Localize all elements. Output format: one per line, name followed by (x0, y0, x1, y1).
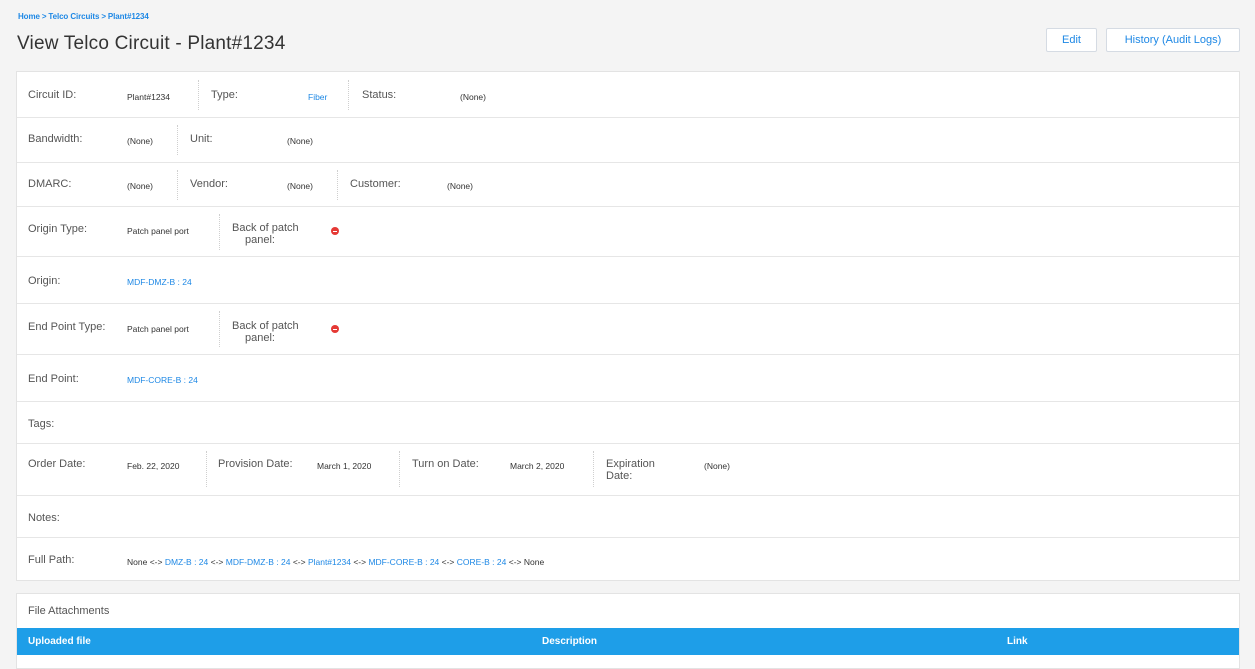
path-none: None (127, 557, 148, 567)
history-audit-logs-button[interactable]: History (Audit Logs) (1106, 28, 1240, 52)
column-link: Link (1007, 636, 1028, 647)
status-label: Status: (362, 89, 397, 101)
column-uploaded-file: Uploaded file (28, 636, 91, 647)
page-title: View Telco Circuit - Plant#1234 (17, 33, 286, 54)
path-separator: <-> (439, 557, 457, 567)
end-point-label: End Point: (28, 373, 79, 385)
path-link-dmz-b[interactable]: DMZ-B : 24 (165, 557, 208, 567)
divider (593, 451, 594, 487)
tags-label: Tags: (28, 418, 55, 430)
divider (348, 80, 349, 110)
type-value: Fiber (308, 92, 328, 102)
page: Home > Telco Circuits > Plant#1234 View Telc… (0, 0, 1255, 669)
row-dmarc-vendor-customer: DMARC: (None) Vendor: (None) Customer: (… (17, 163, 1239, 207)
file-attachments-table-header: Uploaded file Description Link (17, 628, 1239, 655)
origin-back-of-patch-panel-label-line2: panel: (245, 234, 275, 246)
stop-icon (331, 325, 339, 333)
dmarc-value: (None) (127, 181, 153, 191)
divider (177, 170, 178, 200)
row-circuit-type-status: Circuit ID: Plant#1234 Type: Fiber Statu… (17, 72, 1239, 118)
bandwidth-value: (None) (127, 136, 153, 146)
notes-label: Notes: (28, 512, 60, 524)
column-description: Description (542, 636, 598, 647)
circuit-id-label: Circuit ID: (28, 89, 77, 101)
turn-on-date-value: March 2, 2020 (510, 461, 565, 471)
row-dates: Order Date: Feb. 22, 2020 Provision Date… (17, 444, 1239, 496)
path-separator: <-> (208, 557, 226, 567)
stop-icon (331, 227, 339, 235)
order-date-label: Order Date: (28, 458, 86, 470)
file-attachments-panel: File Attachments Uploaded file Descripti… (16, 593, 1240, 669)
divider (219, 214, 220, 250)
unit-label: Unit: (190, 133, 213, 145)
breadcrumb-current: Plant#1234 (107, 12, 149, 21)
divider (219, 311, 220, 347)
type-label: Type: (211, 89, 238, 101)
file-attachments-title: File Attachments (28, 605, 110, 617)
path-link-mdf-core-b[interactable]: MDF-CORE-B : 24 (368, 557, 439, 567)
divider (399, 451, 400, 487)
row-notes: Notes: (17, 496, 1239, 538)
edit-button[interactable]: Edit (1046, 28, 1097, 52)
row-end-point-type: End Point Type: Patch panel port Back of… (17, 304, 1239, 355)
expiration-date-value: (None) (704, 461, 730, 471)
circuit-details-panel: Circuit ID: Plant#1234 Type: Fiber Statu… (16, 71, 1240, 581)
row-full-path: Full Path: None <-> DMZ-B : 24 <-> MDF-D… (17, 538, 1239, 582)
circuit-id-value: Plant#1234 (127, 92, 171, 102)
row-end-point: End Point: MDF-CORE-B : 24 (17, 355, 1239, 402)
path-link-core-b[interactable]: CORE-B : 24 (457, 557, 507, 567)
origin-label: Origin: (28, 275, 61, 287)
divider (177, 125, 178, 155)
divider (198, 80, 199, 110)
customer-value: (None) (447, 181, 473, 191)
dmarc-label: DMARC: (28, 178, 72, 190)
row-origin-type: Origin Type: Patch panel port Back of pa… (17, 207, 1239, 257)
breadcrumb-separator: > (41, 12, 47, 21)
breadcrumb-home[interactable]: Home (18, 12, 40, 21)
provision-date-value: March 1, 2020 (317, 461, 372, 471)
vendor-label: Vendor: (190, 178, 228, 190)
status-value: (None) (460, 92, 486, 102)
path-link-mdf-dmz-b[interactable]: MDF-DMZ-B : 24 (226, 557, 291, 567)
vendor-value: (None) (287, 181, 313, 191)
full-path: None <-> DMZ-B : 24 <-> MDF-DMZ-B : 24 <… (127, 557, 544, 567)
customer-label: Customer: (350, 178, 401, 190)
row-bandwidth-unit: Bandwidth: (None) Unit: (None) (17, 118, 1239, 163)
full-path-label: Full Path: (28, 554, 75, 566)
origin-type-value: Patch panel port (127, 226, 189, 236)
path-separator: <-> (506, 557, 524, 567)
divider (337, 170, 338, 200)
end-back-of-patch-panel-label-line2: panel: (245, 332, 275, 344)
path-separator: <-> (350, 557, 369, 567)
path-link-plant[interactable]: Plant#1234 (308, 557, 351, 567)
expiration-date-label-line2: Date: (606, 470, 633, 482)
breadcrumb-separator: > (101, 12, 106, 21)
path-separator: <-> (147, 557, 165, 567)
origin-type-label: Origin Type: (28, 223, 88, 235)
row-origin: Origin: MDF-DMZ-B : 24 (17, 257, 1239, 304)
provision-date-label: Provision Date: (218, 458, 293, 470)
path-none: None (523, 557, 545, 567)
breadcrumb-telco-circuits[interactable]: Telco Circuits (48, 12, 99, 21)
unit-value: (None) (287, 136, 313, 146)
bandwidth-label: Bandwidth: (28, 133, 83, 145)
end-point-type-label: End Point Type: (28, 321, 106, 333)
end-point-type-value: Patch panel port (127, 324, 189, 334)
divider (206, 451, 207, 487)
order-date-value: Feb. 22, 2020 (127, 461, 180, 471)
origin-link[interactable]: MDF-DMZ-B : 24 (127, 277, 192, 287)
turn-on-date-label: Turn on Date: (412, 458, 479, 470)
breadcrumb: Home > Telco Circuits > Plant#1234 (18, 12, 149, 21)
end-point-link[interactable]: MDF-CORE-B : 24 (127, 375, 198, 385)
path-separator: <-> (290, 557, 308, 567)
row-tags: Tags: (17, 402, 1239, 444)
